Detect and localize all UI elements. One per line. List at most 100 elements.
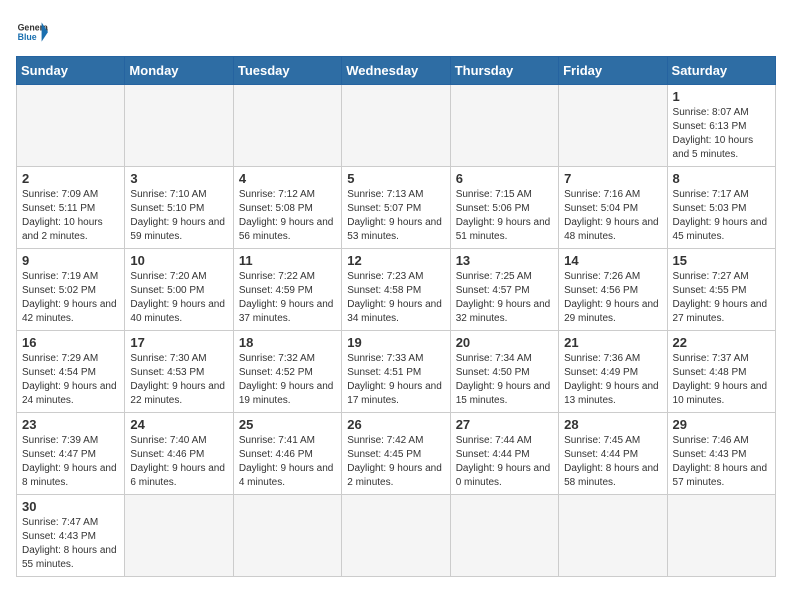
- day-info: Sunrise: 7:13 AM Sunset: 5:07 PM Dayligh…: [347, 188, 444, 244]
- calendar-cell: [450, 495, 558, 577]
- day-number: 25: [239, 417, 336, 432]
- day-info: Sunrise: 7:20 AM Sunset: 5:00 PM Dayligh…: [130, 270, 227, 326]
- calendar-cell: 18 Sunrise: 7:32 AM Sunset: 4:52 PM Dayli…: [233, 331, 341, 413]
- day-info: Sunrise: 7:37 AM Sunset: 4:48 PM Dayligh…: [673, 352, 770, 408]
- calendar-cell: 11Sunrise: 7:22 AM Sunset: 4:59 PM Dayli…: [233, 249, 341, 331]
- generalblue-logo-icon: General Blue: [16, 16, 48, 48]
- calendar-cell: 28 Sunrise: 7:45 AM Sunset: 4:44 PM Dayli…: [559, 413, 667, 495]
- week-row-2: 2 Sunrise: 7:09 AM Sunset: 5:11 PM Daylig…: [17, 167, 776, 249]
- day-info: Sunrise: 7:45 AM Sunset: 4:44 PM Dayligh…: [564, 434, 661, 490]
- calendar-cell: [233, 85, 341, 167]
- day-info: Sunrise: 7:33 AM Sunset: 4:51 PM Dayligh…: [347, 352, 444, 408]
- day-number: 16: [22, 335, 119, 350]
- day-info: Sunrise: 7:47 AM Sunset: 4:43 PM Dayligh…: [22, 516, 119, 572]
- day-number: 10: [130, 253, 227, 268]
- calendar-cell: 24 Sunrise: 7:40 AM Sunset: 4:46 PM Dayli…: [125, 413, 233, 495]
- calendar-cell: [559, 85, 667, 167]
- calendar-cell: 10 Sunrise: 7:20 AM Sunset: 5:00 PM Dayli…: [125, 249, 233, 331]
- calendar-cell: 6 Sunrise: 7:15 AM Sunset: 5:06 PM Daylig…: [450, 167, 558, 249]
- day-number: 27: [456, 417, 553, 432]
- day-number: 30: [22, 499, 119, 514]
- day-number: 11: [239, 253, 336, 268]
- day-header-saturday: Saturday: [667, 57, 775, 85]
- day-info: Sunrise: 7:42 AM Sunset: 4:45 PM Dayligh…: [347, 434, 444, 490]
- day-header-friday: Friday: [559, 57, 667, 85]
- header: General Blue: [16, 16, 776, 48]
- week-row-1: 1Sunrise: 8:07 AM Sunset: 6:13 PM Daylig…: [17, 85, 776, 167]
- day-header-sunday: Sunday: [17, 57, 125, 85]
- calendar-cell: [667, 495, 775, 577]
- calendar-cell: 30 Sunrise: 7:47 AM Sunset: 4:43 PM Dayli…: [17, 495, 125, 577]
- day-info: Sunrise: 8:07 AM Sunset: 6:13 PM Dayligh…: [673, 106, 770, 162]
- calendar-cell: 12 Sunrise: 7:23 AM Sunset: 4:58 PM Dayli…: [342, 249, 450, 331]
- calendar-cell: [450, 85, 558, 167]
- day-info: Sunrise: 7:15 AM Sunset: 5:06 PM Dayligh…: [456, 188, 553, 244]
- day-info: Sunrise: 7:30 AM Sunset: 4:53 PM Dayligh…: [130, 352, 227, 408]
- day-number: 2: [22, 171, 119, 186]
- day-number: 13: [456, 253, 553, 268]
- day-info: Sunrise: 7:40 AM Sunset: 4:46 PM Dayligh…: [130, 434, 227, 490]
- day-number: 4: [239, 171, 336, 186]
- day-number: 23: [22, 417, 119, 432]
- calendar-cell: [342, 495, 450, 577]
- day-number: 12: [347, 253, 444, 268]
- day-number: 6: [456, 171, 553, 186]
- day-info: Sunrise: 7:12 AM Sunset: 5:08 PM Dayligh…: [239, 188, 336, 244]
- day-number: 21: [564, 335, 661, 350]
- calendar-cell: [233, 495, 341, 577]
- day-info: Sunrise: 7:39 AM Sunset: 4:47 PM Dayligh…: [22, 434, 119, 490]
- calendar-cell: 20 Sunrise: 7:34 AM Sunset: 4:50 PM Dayli…: [450, 331, 558, 413]
- calendar-cell: 13 Sunrise: 7:25 AM Sunset: 4:57 PM Dayli…: [450, 249, 558, 331]
- calendar-cell: [125, 495, 233, 577]
- day-number: 19: [347, 335, 444, 350]
- calendar-cell: [125, 85, 233, 167]
- day-number: 8: [673, 171, 770, 186]
- calendar-cell: 21 Sunrise: 7:36 AM Sunset: 4:49 PM Dayli…: [559, 331, 667, 413]
- day-info: Sunrise: 7:34 AM Sunset: 4:50 PM Dayligh…: [456, 352, 553, 408]
- calendar-cell: 17 Sunrise: 7:30 AM Sunset: 4:53 PM Dayli…: [125, 331, 233, 413]
- day-info: Sunrise: 7:36 AM Sunset: 4:49 PM Dayligh…: [564, 352, 661, 408]
- calendar-cell: 3Sunrise: 7:10 AM Sunset: 5:10 PM Daylig…: [125, 167, 233, 249]
- day-number: 5: [347, 171, 444, 186]
- day-number: 24: [130, 417, 227, 432]
- calendar-cell: [17, 85, 125, 167]
- calendar-cell: 1Sunrise: 8:07 AM Sunset: 6:13 PM Daylig…: [667, 85, 775, 167]
- calendar-cell: 23 Sunrise: 7:39 AM Sunset: 4:47 PM Dayli…: [17, 413, 125, 495]
- calendar-cell: 15 Sunrise: 7:27 AM Sunset: 4:55 PM Dayli…: [667, 249, 775, 331]
- calendar-cell: 2 Sunrise: 7:09 AM Sunset: 5:11 PM Daylig…: [17, 167, 125, 249]
- week-row-3: 9 Sunrise: 7:19 AM Sunset: 5:02 PM Daylig…: [17, 249, 776, 331]
- day-header-tuesday: Tuesday: [233, 57, 341, 85]
- day-info: Sunrise: 7:23 AM Sunset: 4:58 PM Dayligh…: [347, 270, 444, 326]
- calendar-cell: 19 Sunrise: 7:33 AM Sunset: 4:51 PM Dayli…: [342, 331, 450, 413]
- day-info: Sunrise: 7:25 AM Sunset: 4:57 PM Dayligh…: [456, 270, 553, 326]
- day-info: Sunrise: 7:32 AM Sunset: 4:52 PM Dayligh…: [239, 352, 336, 408]
- day-number: 26: [347, 417, 444, 432]
- calendar-cell: 26 Sunrise: 7:42 AM Sunset: 4:45 PM Dayli…: [342, 413, 450, 495]
- day-info: Sunrise: 7:41 AM Sunset: 4:46 PM Dayligh…: [239, 434, 336, 490]
- day-info: Sunrise: 7:27 AM Sunset: 4:55 PM Dayligh…: [673, 270, 770, 326]
- day-number: 15: [673, 253, 770, 268]
- day-number: 9: [22, 253, 119, 268]
- day-info: Sunrise: 7:46 AM Sunset: 4:43 PM Dayligh…: [673, 434, 770, 490]
- day-info: Sunrise: 7:09 AM Sunset: 5:11 PM Dayligh…: [22, 188, 119, 244]
- day-info: Sunrise: 7:44 AM Sunset: 4:44 PM Dayligh…: [456, 434, 553, 490]
- calendar-cell: 25 Sunrise: 7:41 AM Sunset: 4:46 PM Dayli…: [233, 413, 341, 495]
- week-row-5: 23 Sunrise: 7:39 AM Sunset: 4:47 PM Dayli…: [17, 413, 776, 495]
- calendar-cell: [559, 495, 667, 577]
- day-info: Sunrise: 7:19 AM Sunset: 5:02 PM Dayligh…: [22, 270, 119, 326]
- calendar-cell: 4 Sunrise: 7:12 AM Sunset: 5:08 PM Daylig…: [233, 167, 341, 249]
- day-number: 18: [239, 335, 336, 350]
- day-number: 28: [564, 417, 661, 432]
- day-number: 22: [673, 335, 770, 350]
- day-number: 29: [673, 417, 770, 432]
- day-number: 20: [456, 335, 553, 350]
- day-info: Sunrise: 7:16 AM Sunset: 5:04 PM Dayligh…: [564, 188, 661, 244]
- days-header-row: SundayMondayTuesdayWednesdayThursdayFrid…: [17, 57, 776, 85]
- day-number: 17: [130, 335, 227, 350]
- calendar-cell: 27 Sunrise: 7:44 AM Sunset: 4:44 PM Dayli…: [450, 413, 558, 495]
- calendar-cell: 9 Sunrise: 7:19 AM Sunset: 5:02 PM Daylig…: [17, 249, 125, 331]
- calendar-cell: 8 Sunrise: 7:17 AM Sunset: 5:03 PM Daylig…: [667, 167, 775, 249]
- day-info: Sunrise: 7:17 AM Sunset: 5:03 PM Dayligh…: [673, 188, 770, 244]
- week-row-4: 16Sunrise: 7:29 AM Sunset: 4:54 PM Dayli…: [17, 331, 776, 413]
- day-info: Sunrise: 7:26 AM Sunset: 4:56 PM Dayligh…: [564, 270, 661, 326]
